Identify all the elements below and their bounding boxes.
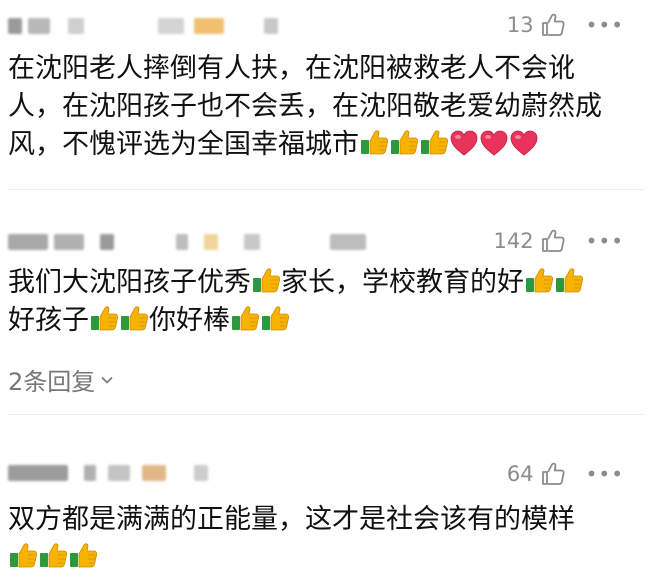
thumbs-up-emoji-icon xyxy=(68,540,98,570)
like-count: 142 xyxy=(493,229,534,253)
more-dots-icon[interactable]: ••• xyxy=(586,231,624,251)
username-blurred[interactable] xyxy=(8,465,218,483)
replies-label: 2条回复 xyxy=(8,368,96,396)
comment-text-segment: 你好棒 xyxy=(149,305,230,336)
comment-item: 13 ••• 在沈阳老人摔倒有人扶，在沈阳被救老人不会讹 人，在沈阳孩子也不会丢… xyxy=(0,0,652,189)
like-count: 13 xyxy=(506,13,534,37)
like-count: 64 xyxy=(506,462,534,486)
thumbs-up-outline-icon[interactable] xyxy=(540,228,566,254)
comment-text-segment: 风，不愧评选为全国幸福城市 xyxy=(8,129,359,160)
thumbs-up-emoji-icon xyxy=(524,265,554,295)
more-dots-icon[interactable]: ••• xyxy=(586,464,624,484)
comment-text-line: 风，不愧评选为全国幸福城市 xyxy=(8,126,632,164)
username-blurred[interactable] xyxy=(8,18,298,36)
username-blurred[interactable] xyxy=(8,234,368,252)
thumbs-up-emoji-icon xyxy=(119,303,149,333)
comment-item: 142 ••• 我们大沈阳孩子优秀 家长，学校教育的好 好孩子 你好棒 2条回复 xyxy=(0,190,652,414)
thumbs-up-emoji-icon xyxy=(38,540,68,570)
comment-text: 在沈阳老人摔倒有人扶，在沈阳被救老人不会讹 人，在沈阳孩子也不会丢，在沈阳敬老爱… xyxy=(8,50,632,164)
thumbs-up-outline-icon[interactable] xyxy=(540,12,566,38)
comment-actions: 64 ••• xyxy=(507,461,624,487)
comment-text: 双方都是满满的正能量，这才是社会该有的模样 xyxy=(8,501,632,577)
comment-item: 64 ••• 双方都是满满的正能量，这才是社会该有的模样 xyxy=(0,415,652,581)
comment-text-segment: 我们大沈阳孩子优秀 xyxy=(8,267,251,298)
comment-text: 我们大沈阳孩子优秀 家长，学校教育的好 好孩子 你好棒 xyxy=(8,264,632,340)
heart-emoji-icon xyxy=(509,129,539,157)
thumbs-up-emoji-icon xyxy=(8,540,38,570)
comment-text-line xyxy=(8,539,632,577)
thumbs-up-emoji-icon xyxy=(89,303,119,333)
view-replies-button[interactable]: 2条回复 xyxy=(8,362,115,397)
thumbs-up-emoji-icon xyxy=(554,265,584,295)
comment-text-line: 人，在沈阳孩子也不会丢，在沈阳敬老爱幼蔚然成 xyxy=(8,91,602,122)
thumbs-up-outline-icon[interactable] xyxy=(540,461,566,487)
thumbs-up-emoji-icon xyxy=(359,127,389,157)
comment-text-line: 在沈阳老人摔倒有人扶，在沈阳被救老人不会讹 xyxy=(8,53,575,84)
comment-text-line: 我们大沈阳孩子优秀 家长，学校教育的好 xyxy=(8,264,632,302)
comment-actions: 13 ••• xyxy=(507,12,624,38)
comment-actions: 142 ••• xyxy=(494,228,624,254)
thumbs-up-emoji-icon xyxy=(230,303,260,333)
more-dots-icon[interactable]: ••• xyxy=(586,15,624,35)
comment-text-segment: 好孩子 xyxy=(8,305,89,336)
chevron-down-icon xyxy=(101,376,113,384)
comment-text-line: 好孩子 你好棒 xyxy=(8,302,632,340)
heart-emoji-icon xyxy=(449,129,479,157)
comment-text-segment: 家长，学校教育的好 xyxy=(281,267,524,298)
heart-emoji-icon xyxy=(479,129,509,157)
thumbs-up-emoji-icon xyxy=(260,303,290,333)
thumbs-up-emoji-icon xyxy=(389,127,419,157)
thumbs-up-emoji-icon xyxy=(251,265,281,295)
comment-text-line: 双方都是满满的正能量，这才是社会该有的模样 xyxy=(8,504,575,535)
thumbs-up-emoji-icon xyxy=(419,127,449,157)
